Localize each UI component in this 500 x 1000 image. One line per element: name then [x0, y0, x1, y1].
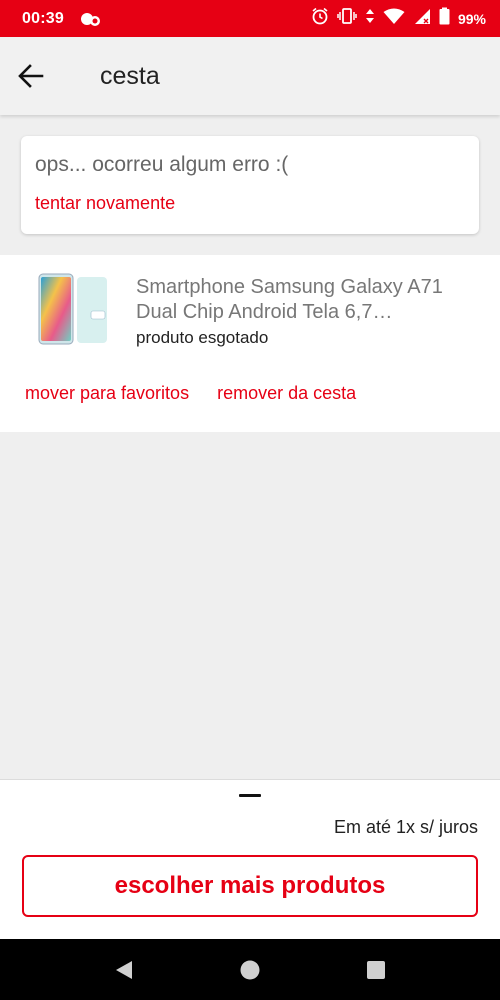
- wifi-icon: [383, 8, 405, 30]
- battery-percentage: 99%: [457, 10, 486, 27]
- error-message: ops... ocorreu algum erro :(: [35, 153, 289, 176]
- product-image[interactable]: [35, 273, 113, 347]
- nav-back-icon[interactable]: [106, 952, 142, 988]
- error-card: ops... ocorreu algum erro :( tentar nova…: [21, 136, 479, 234]
- status-icons: 99%: [311, 7, 486, 30]
- sheet-handle[interactable]: [239, 794, 261, 797]
- status-bar: 00:39 99%: [0, 0, 500, 37]
- nav-recents-icon[interactable]: [358, 952, 394, 988]
- arrow-left-icon: [18, 64, 44, 88]
- app-bar: cesta: [0, 37, 500, 115]
- notification-icon: [80, 10, 102, 28]
- retry-link[interactable]: tentar novamente: [35, 193, 175, 214]
- vibrate-icon: [337, 7, 357, 30]
- status-time: 00:39: [22, 9, 64, 27]
- signal-icon: [413, 8, 431, 30]
- installment-info: Em até 1x s/ juros: [333, 817, 478, 837]
- system-nav-bar: [0, 939, 500, 1000]
- product-name[interactable]: Smartphone Samsung Galaxy A71 Dual Chip …: [136, 275, 456, 325]
- nav-home-icon[interactable]: [232, 952, 268, 988]
- data-transfer-icon: [365, 8, 375, 29]
- choose-more-products-button[interactable]: escolher mais produtos: [22, 855, 478, 917]
- page-title: cesta: [100, 61, 160, 90]
- remove-from-cart-button[interactable]: remover da cesta: [217, 383, 356, 404]
- move-to-favorites-button[interactable]: mover para favoritos: [25, 383, 189, 404]
- battery-icon: [439, 7, 450, 30]
- product-status: produto esgotado: [136, 328, 269, 347]
- product-actions: mover para favoritos remover da cesta: [25, 383, 356, 404]
- alarm-icon: [311, 7, 329, 30]
- bottom-sheet: Em até 1x s/ juros escolher mais produto…: [0, 779, 500, 939]
- back-button[interactable]: [1, 46, 61, 106]
- cart-item: Smartphone Samsung Galaxy A71 Dual Chip …: [0, 255, 500, 432]
